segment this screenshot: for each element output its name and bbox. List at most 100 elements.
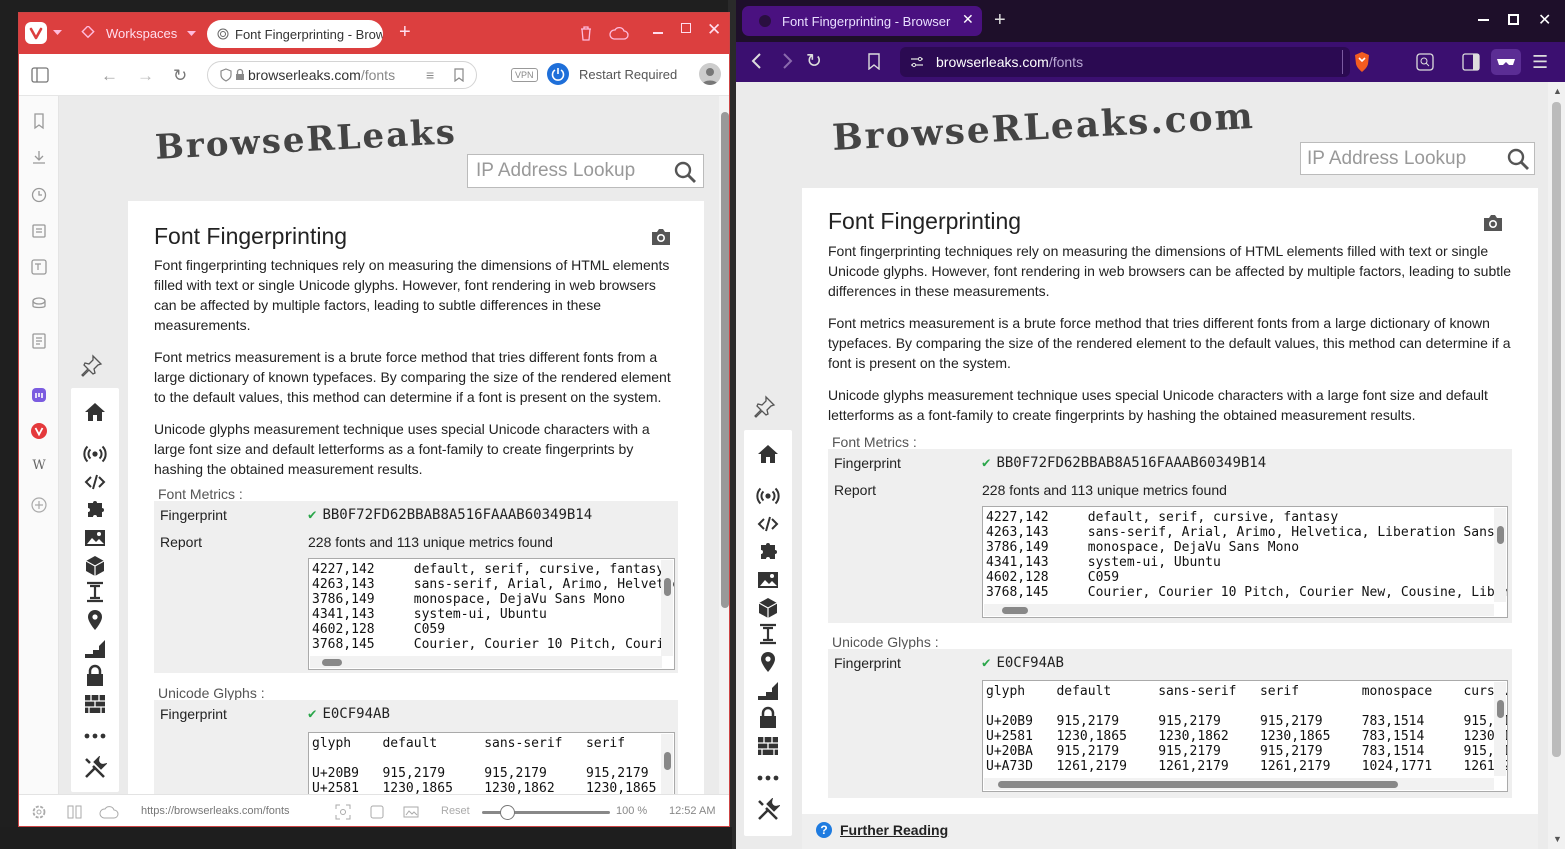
further-reading-link[interactable]: Further Reading bbox=[840, 822, 948, 838]
new-tab-button[interactable]: + bbox=[994, 9, 1006, 32]
panel-toggle-icon[interactable] bbox=[31, 67, 49, 83]
lock-icon[interactable] bbox=[235, 68, 245, 81]
puzzle-icon[interactable] bbox=[756, 540, 780, 564]
metrics-horizontal-scrollbar[interactable] bbox=[984, 604, 1494, 616]
scroll-down-arrow[interactable]: ▼ bbox=[1553, 834, 1562, 844]
vivaldi-page-scrollbar[interactable] bbox=[719, 96, 729, 794]
workspaces-button[interactable]: Workspaces bbox=[106, 26, 177, 41]
minimize-button[interactable] bbox=[653, 32, 663, 34]
add-panel-icon[interactable] bbox=[30, 496, 48, 514]
signal-bars-icon[interactable] bbox=[83, 636, 107, 660]
tracker-shield-icon[interactable] bbox=[220, 68, 232, 82]
new-tab-button[interactable]: + bbox=[399, 22, 411, 42]
unicode-glyphs-textarea[interactable]: glyph default sans-serif serif monospace… bbox=[308, 732, 675, 794]
settings-icon[interactable] bbox=[31, 804, 47, 820]
reload-button[interactable]: ↻ bbox=[806, 50, 822, 73]
metrics-vertical-scrollbar[interactable] bbox=[1494, 508, 1506, 602]
tools-icon[interactable] bbox=[83, 756, 107, 780]
unicode-glyphs-textarea[interactable]: glyph default sans-serif serif monospace… bbox=[982, 680, 1508, 792]
metrics-vertical-scrollbar[interactable] bbox=[661, 560, 673, 656]
close-button[interactable]: ✕ bbox=[707, 20, 721, 40]
more-icon[interactable] bbox=[756, 766, 780, 790]
cube-icon[interactable] bbox=[83, 554, 107, 578]
window-panel-icon[interactable] bbox=[30, 332, 48, 350]
scrollbar-thumb[interactable] bbox=[721, 112, 729, 608]
metrics-horizontal-scrollbar[interactable] bbox=[310, 656, 662, 668]
reload-button[interactable]: ↻ bbox=[173, 66, 187, 86]
home-icon[interactable] bbox=[756, 442, 780, 466]
camera-icon[interactable] bbox=[650, 228, 672, 246]
private-window-icon[interactable] bbox=[1491, 49, 1521, 75]
brave-page-scrollbar[interactable]: ▲ ▼ bbox=[1548, 82, 1565, 849]
broadcast-icon[interactable] bbox=[756, 484, 780, 508]
text-height-icon[interactable] bbox=[756, 622, 780, 646]
firewall-icon[interactable] bbox=[83, 692, 107, 716]
font-metrics-textarea[interactable]: 4227,142 default, serif, cursive, fantas… bbox=[982, 506, 1508, 618]
zoom-slider-handle[interactable] bbox=[500, 805, 515, 820]
address-bar[interactable]: browserleaks.com/fonts bbox=[900, 47, 1350, 77]
glyphs-vertical-scrollbar[interactable] bbox=[1494, 682, 1506, 776]
browserleaks-logo[interactable]: BrowseRLeaks bbox=[154, 112, 458, 168]
reading-list-icon[interactable] bbox=[30, 294, 48, 312]
reader-view-icon[interactable]: ≡ bbox=[426, 67, 434, 83]
cloud-icon[interactable] bbox=[609, 26, 629, 40]
close-button[interactable]: ✕ bbox=[1538, 10, 1551, 30]
code-icon[interactable] bbox=[756, 512, 780, 536]
home-icon[interactable] bbox=[83, 400, 107, 424]
wikipedia-icon[interactable]: W bbox=[30, 458, 48, 476]
ip-lookup-search[interactable]: IP Address Lookup bbox=[467, 154, 704, 188]
location-icon[interactable] bbox=[83, 608, 107, 632]
image-icon[interactable] bbox=[756, 568, 780, 592]
downloads-icon[interactable] bbox=[30, 148, 48, 166]
capture-icon[interactable] bbox=[335, 804, 351, 820]
image-icon[interactable] bbox=[83, 526, 107, 550]
pin-icon[interactable] bbox=[752, 395, 776, 419]
chevron-down-icon[interactable] bbox=[53, 30, 62, 36]
bookmark-icon[interactable] bbox=[454, 68, 464, 82]
chevron-down-icon[interactable] bbox=[187, 31, 196, 37]
address-bar[interactable]: browserleaks.com/fonts ≡ bbox=[207, 61, 477, 89]
restart-required-button[interactable]: Restart Required bbox=[579, 67, 677, 82]
ip-lookup-search[interactable]: IP Address Lookup bbox=[1300, 142, 1535, 175]
vpn-button[interactable]: VPN bbox=[511, 68, 538, 82]
pin-icon[interactable] bbox=[79, 354, 103, 378]
cloud-sync-icon[interactable] bbox=[99, 805, 119, 819]
text-height-icon[interactable] bbox=[83, 580, 107, 604]
back-button[interactable]: ← bbox=[101, 66, 118, 86]
tab-font-fingerprinting[interactable]: Font Fingerprinting - Browser ✕ bbox=[742, 6, 982, 36]
lock-icon[interactable] bbox=[83, 664, 107, 688]
zoom-slider[interactable] bbox=[482, 805, 610, 820]
back-button[interactable] bbox=[750, 52, 762, 70]
brave-shields-icon[interactable] bbox=[1353, 51, 1371, 73]
minimize-button[interactable] bbox=[1478, 19, 1489, 21]
mastodon-icon[interactable] bbox=[30, 386, 48, 404]
more-icon[interactable] bbox=[83, 724, 107, 748]
signal-bars-icon[interactable] bbox=[756, 678, 780, 702]
lock-icon[interactable] bbox=[756, 706, 780, 730]
code-icon[interactable] bbox=[83, 470, 107, 494]
tools-icon[interactable] bbox=[756, 798, 780, 822]
leo-ai-icon[interactable] bbox=[1416, 53, 1434, 71]
broadcast-icon[interactable] bbox=[83, 442, 107, 466]
camera-icon[interactable] bbox=[1482, 214, 1504, 232]
font-metrics-textarea[interactable]: 4227,142 default, serif, cursive, fantas… bbox=[308, 558, 675, 670]
browserleaks-logo[interactable]: BrowseRLeaks.com bbox=[831, 95, 1255, 159]
glyphs-horizontal-scrollbar[interactable] bbox=[984, 778, 1494, 790]
vivaldi-menu-icon[interactable] bbox=[25, 22, 47, 44]
forward-button[interactable] bbox=[782, 52, 794, 70]
location-icon[interactable] bbox=[756, 650, 780, 674]
close-tab-button[interactable]: ✕ bbox=[962, 11, 974, 28]
notes-icon[interactable] bbox=[30, 222, 48, 240]
cube-icon[interactable] bbox=[756, 596, 780, 620]
scrollbar-thumb[interactable] bbox=[1552, 102, 1561, 757]
search-icon[interactable] bbox=[1506, 147, 1530, 171]
firewall-icon[interactable] bbox=[756, 734, 780, 758]
history-icon[interactable] bbox=[30, 186, 48, 204]
zoom-reset-button[interactable]: Reset bbox=[441, 805, 470, 817]
maximize-button[interactable] bbox=[1508, 14, 1519, 25]
translate-icon[interactable] bbox=[30, 258, 48, 276]
search-icon[interactable] bbox=[673, 160, 697, 184]
scroll-up-arrow[interactable]: ▲ bbox=[1553, 86, 1562, 96]
glyphs-vertical-scrollbar[interactable] bbox=[661, 734, 673, 794]
tab-font-fingerprinting[interactable]: Font Fingerprinting - Brow bbox=[207, 20, 383, 48]
